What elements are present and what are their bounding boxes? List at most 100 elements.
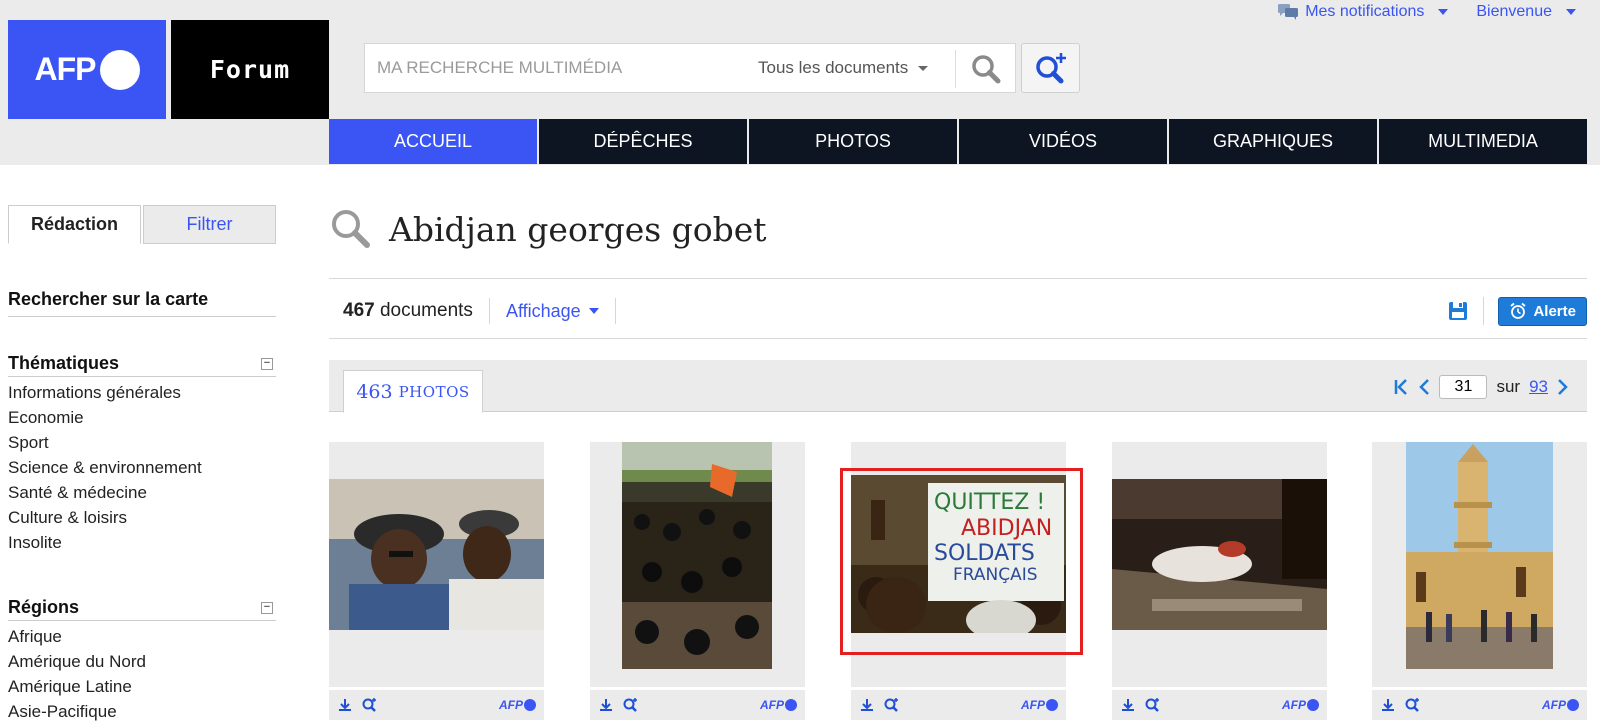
selection-outline: [840, 468, 1083, 655]
facet-item-science-environnement[interactable]: Science & environnement: [8, 456, 276, 481]
zoom-in-icon[interactable]: [883, 697, 899, 713]
nav-tab-accueil[interactable]: ACCUEIL: [329, 119, 537, 164]
chevron-down-icon: [918, 66, 929, 72]
photos-label: PHOTOS: [398, 382, 470, 401]
search-icon: [332, 210, 370, 248]
nav-tab-photos[interactable]: PHOTOS: [749, 119, 957, 164]
download-icon[interactable]: [1380, 697, 1396, 713]
previous-page-icon[interactable]: [1418, 378, 1430, 396]
page-of-label: sur: [1496, 377, 1521, 396]
afp-logo[interactable]: AFP: [8, 20, 166, 119]
facet-item-insolite[interactable]: Insolite: [8, 531, 276, 556]
photo-mosque-minaret[interactable]: [1406, 442, 1553, 669]
afp-badge: AFP: [1021, 698, 1058, 712]
zoom-in-icon[interactable]: [622, 697, 638, 713]
search-button[interactable]: [962, 50, 1010, 88]
download-icon[interactable]: [1120, 697, 1136, 713]
collapse-icon[interactable]: −: [261, 601, 273, 614]
divider: [1483, 297, 1485, 325]
search-input[interactable]: [377, 44, 737, 92]
facet-item-sante-medecine[interactable]: Santé & médecine: [8, 481, 276, 506]
afp-logo-text: AFP: [34, 51, 97, 87]
chat-bubbles-icon: [1278, 4, 1299, 20]
afp-badge-text: AFP: [1542, 698, 1566, 712]
first-page-icon[interactable]: [1393, 378, 1409, 396]
search-divider: [955, 50, 956, 88]
photo-card[interactable]: AFP: [590, 442, 805, 720]
photo-grid: AFP AFP QUITTEZ ! ABIDJAN SOLDATS FRANÇA…: [329, 442, 1587, 722]
tab-photos-results[interactable]: 463 PHOTOS: [343, 370, 483, 413]
user-menu: Mes notifications Bienvenue: [1277, 0, 1576, 24]
query-text: Abidjan georges gobet: [389, 209, 767, 249]
nav-tab-graphiques[interactable]: GRAPHIQUES: [1169, 119, 1377, 164]
alert-button[interactable]: Alerte: [1498, 296, 1587, 326]
chevron-down-icon: [588, 308, 599, 314]
facet-item-amerique-du-nord[interactable]: Amérique du Nord: [8, 650, 276, 675]
welcome-menu[interactable]: Bienvenue: [1476, 3, 1576, 21]
facet-item-amerique-latine[interactable]: Amérique Latine: [8, 675, 276, 700]
collapse-icon[interactable]: −: [261, 357, 273, 370]
photo-body-stretcher[interactable]: [1112, 479, 1327, 630]
afp-badge: AFP: [499, 698, 536, 712]
photo-actions: AFP: [1372, 687, 1587, 720]
results-count: 467 documents: [343, 300, 473, 322]
nav-tab-multimedia[interactable]: MULTIMEDIA: [1379, 119, 1587, 164]
chevron-down-icon: [1566, 9, 1576, 15]
facet-item-culture-loisirs[interactable]: Culture & loisirs: [8, 506, 276, 531]
nav-tab-depeches[interactable]: DÉPÊCHES: [539, 119, 747, 164]
photo-card[interactable]: AFP: [329, 442, 544, 720]
pagination: sur 93: [1393, 373, 1569, 401]
photo-actions: AFP: [590, 687, 805, 720]
zoom-in-icon[interactable]: [1144, 697, 1160, 713]
search-icon: [972, 55, 1001, 84]
facet-item-economie[interactable]: Economie: [8, 406, 276, 431]
tab-filtrer[interactable]: Filtrer: [143, 205, 276, 244]
photos-count: 463: [356, 380, 393, 403]
afp-badge: AFP: [1542, 698, 1579, 712]
next-page-icon[interactable]: [1557, 378, 1569, 396]
facet-item-afrique[interactable]: Afrique: [8, 625, 276, 650]
zoom-in-icon[interactable]: [361, 697, 377, 713]
facet-title: Régions: [8, 597, 80, 617]
search-scope-select[interactable]: Tous les documents: [758, 44, 929, 92]
facet-regions: Régions − Afrique Amérique du Nord Améri…: [8, 597, 276, 725]
sidebar: Rédaction Filtrer Rechercher sur la cart…: [8, 205, 276, 721]
notifications-label: Mes notifications: [1305, 3, 1425, 20]
download-icon[interactable]: [859, 697, 875, 713]
afp-badge: AFP: [760, 698, 797, 712]
welcome-label: Bienvenue: [1476, 3, 1552, 20]
display-options-menu[interactable]: Affichage: [506, 301, 599, 322]
photo-actions: AFP: [1112, 687, 1327, 720]
photo-crowd-road[interactable]: [622, 442, 772, 669]
download-icon[interactable]: [337, 697, 353, 713]
afp-badge-text: AFP: [1021, 698, 1045, 712]
advanced-search-button[interactable]: [1021, 43, 1080, 93]
nav-tab-videos[interactable]: VIDÉOS: [959, 119, 1167, 164]
notifications-menu[interactable]: Mes notifications: [1277, 3, 1449, 21]
last-page-link[interactable]: 93: [1529, 377, 1548, 397]
afp-badge: AFP: [1282, 698, 1319, 712]
facet-item-sport[interactable]: Sport: [8, 431, 276, 456]
photo-actions: AFP: [851, 687, 1066, 720]
map-search-link[interactable]: Rechercher sur la carte: [8, 289, 276, 317]
divider: [329, 338, 1587, 339]
download-icon[interactable]: [598, 697, 614, 713]
query-title: Abidjan georges gobet: [329, 203, 767, 255]
facet-item-informations-generales[interactable]: Informations générales: [8, 381, 276, 406]
search-box: Tous les documents: [364, 43, 1016, 93]
tab-redaction[interactable]: Rédaction: [8, 205, 141, 244]
forum-logo[interactable]: Forum: [171, 20, 329, 119]
photo-actions: AFP: [329, 687, 544, 720]
photo-card[interactable]: AFP: [1372, 442, 1587, 720]
sidebar-tabs: Rédaction Filtrer: [8, 205, 276, 244]
display-options-label: Affichage: [505, 300, 581, 321]
photo-men-in-hats[interactable]: [329, 479, 544, 630]
photo-card[interactable]: AFP: [1112, 442, 1327, 720]
alarm-clock-icon: [1510, 302, 1527, 319]
facet-thematiques: Thématiques − Informations générales Eco…: [8, 353, 276, 556]
zoom-in-icon[interactable]: [1404, 697, 1420, 713]
results-count-label: documents: [374, 300, 473, 321]
page-number-input[interactable]: [1439, 375, 1488, 399]
save-icon[interactable]: [1447, 300, 1469, 322]
results-actions: Alerte: [1447, 291, 1587, 331]
